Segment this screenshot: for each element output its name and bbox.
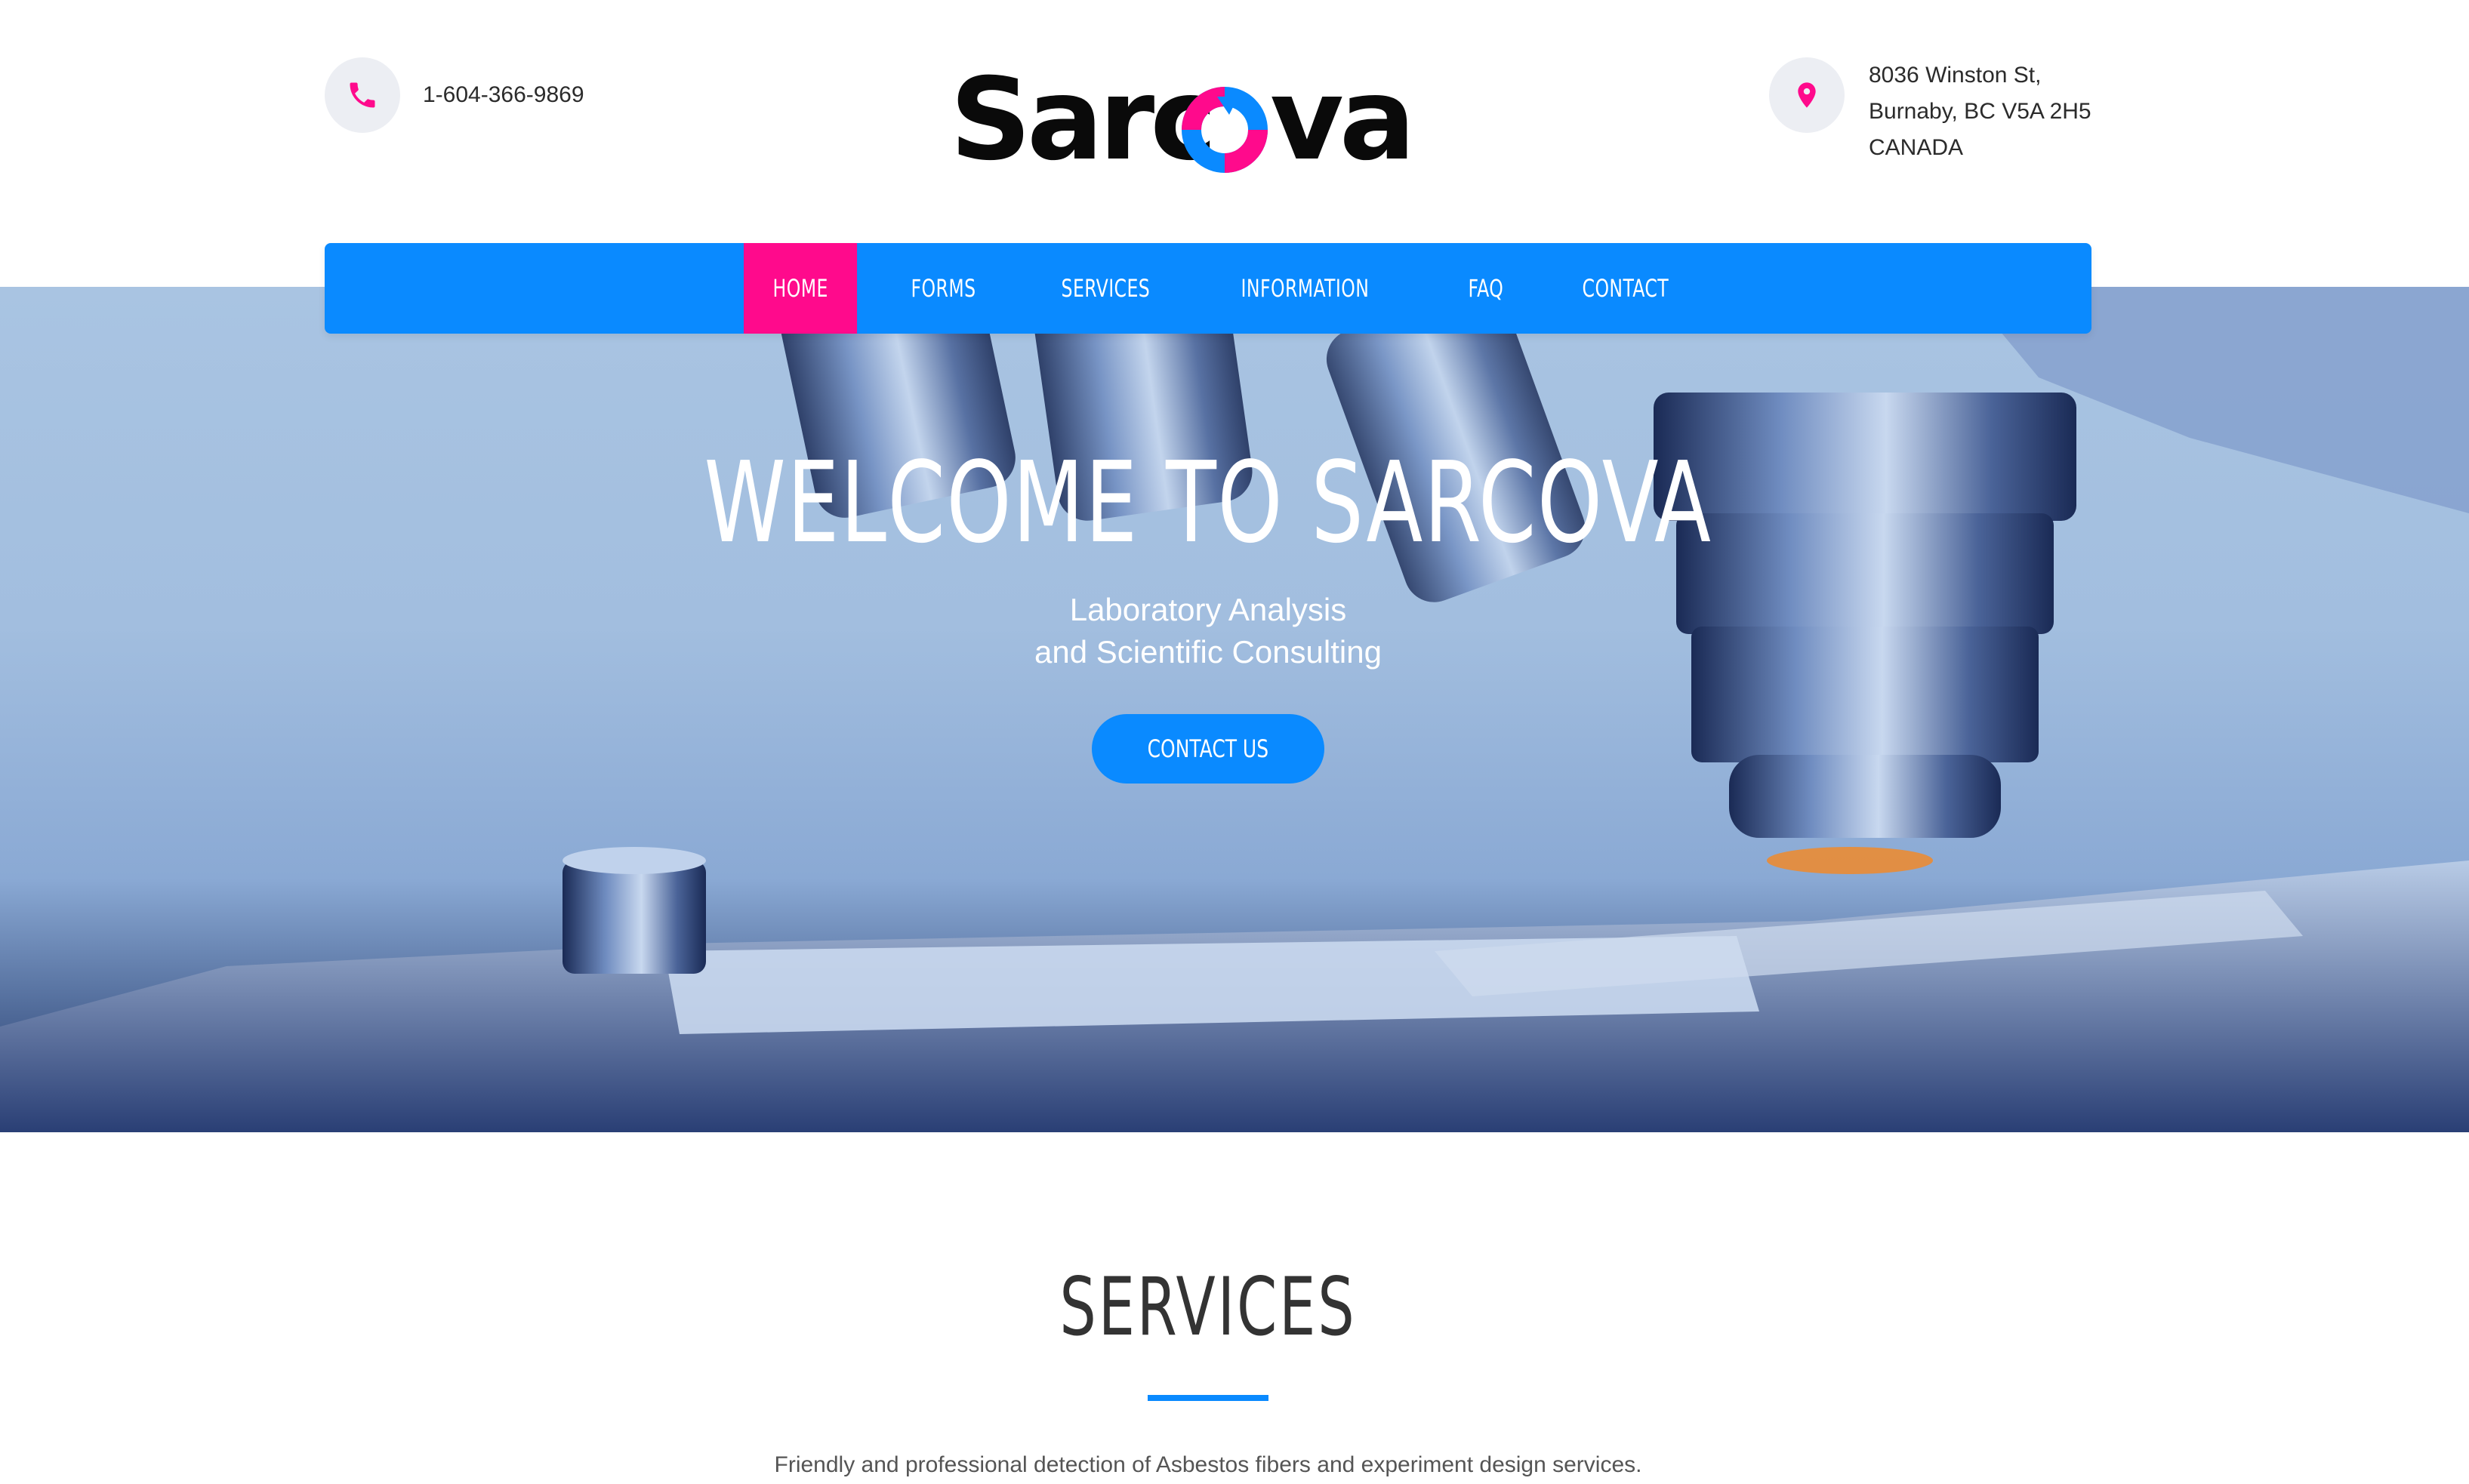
nav-item-forms[interactable]: FORMS (882, 243, 1005, 334)
address-line-2: Burnaby, BC V5A 2H5 (1869, 99, 2091, 124)
hero-title: WELCOME TO SARCOVA (704, 438, 1712, 568)
svg-text:va: va (1270, 60, 1411, 181)
svg-text:Sarc: Sarc (950, 60, 1213, 181)
phone-number[interactable]: 1-604-366-9869 (423, 77, 584, 113)
hero-banner: WELCOME TO SARCOVA Laboratory Analysis a… (0, 287, 2469, 1132)
address-text: 8036 Winston St, Burnaby, BC V5A 2H5 CAN… (1869, 57, 2091, 166)
site-logo[interactable]: Sarc va (950, 54, 1418, 186)
microscope-background-image (0, 287, 2469, 1132)
contact-us-button[interactable]: CONTACT US (1092, 714, 1324, 784)
nav-items: HOME FORMS SERVICES INFORMATION FAQ CONT… (744, 243, 1729, 334)
location-pin-icon (1769, 57, 1845, 133)
main-navigation: HOME FORMS SERVICES INFORMATION FAQ CONT… (325, 243, 2091, 334)
nav-item-home[interactable]: HOME (744, 243, 858, 334)
nav-item-services[interactable]: SERVICES (1032, 243, 1179, 334)
hero-subtitle: Laboratory Analysis and Scientific Consu… (0, 589, 2416, 673)
nav-item-label: SERVICES (1061, 274, 1151, 303)
hero-subtitle-line-1: Laboratory Analysis (1069, 592, 1347, 627)
nav-item-label: FORMS (911, 274, 976, 303)
nav-item-contact[interactable]: CONTACT (1553, 243, 1698, 334)
nav-item-label: INFORMATION (1241, 274, 1369, 303)
address-contact: 8036 Winston St, Burnaby, BC V5A 2H5 CAN… (1769, 57, 2091, 166)
address-line-1: 8036 Winston St, (1869, 63, 2042, 88)
contact-us-button-label: CONTACT US (1147, 734, 1269, 763)
nav-item-faq[interactable]: FAQ (1439, 243, 1533, 334)
services-underline-divider (1148, 1395, 1268, 1401)
nav-item-information[interactable]: INFORMATION (1212, 243, 1398, 334)
hero-subtitle-line-2: and Scientific Consulting (1034, 634, 1382, 670)
page: 1-604-366-9869 Sarc va 8036 Winston St, … (0, 0, 2469, 1484)
nav-item-label: HOME (772, 274, 828, 303)
nav-item-label: CONTACT (1582, 274, 1669, 303)
services-heading: SERVICES (1059, 1261, 1357, 1353)
nav-item-label: FAQ (1468, 274, 1503, 303)
phone-contact: 1-604-366-9869 (325, 57, 584, 133)
services-description: Friendly and professional detection of A… (774, 1452, 1642, 1477)
address-line-3: CANADA (1869, 135, 1964, 160)
phone-icon (325, 57, 400, 133)
